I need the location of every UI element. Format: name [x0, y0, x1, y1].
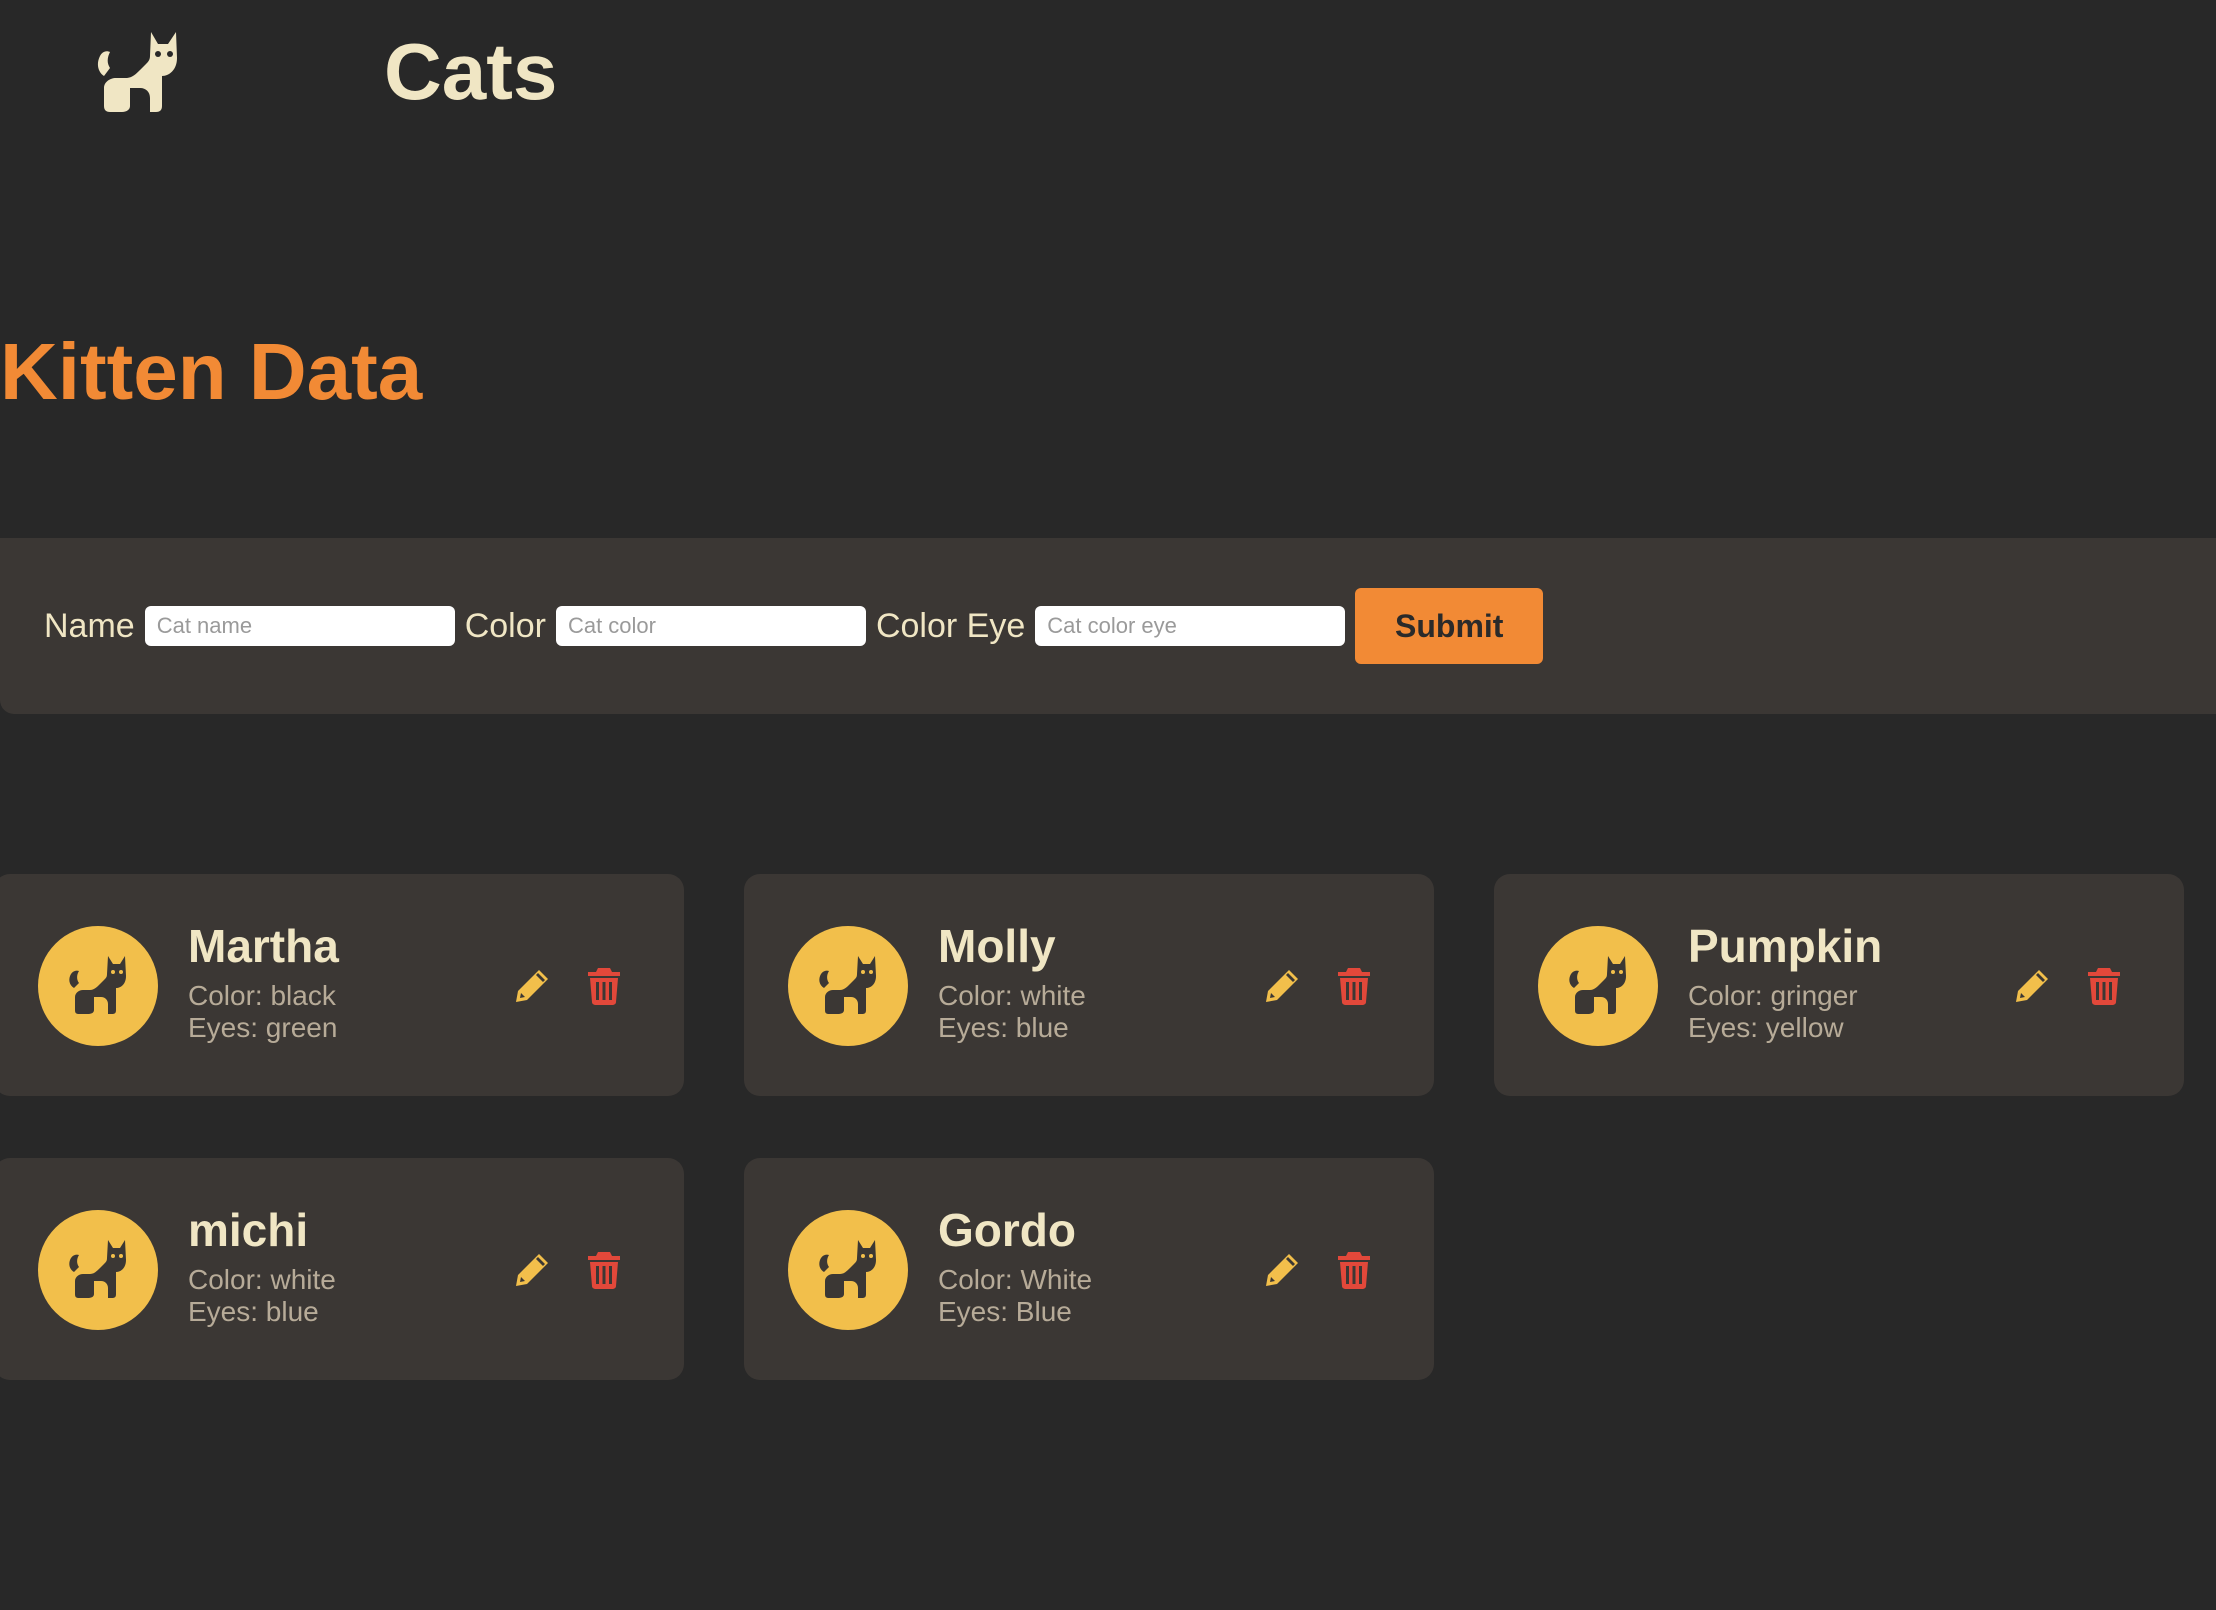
trash-icon[interactable] [2084, 966, 2124, 1006]
cat-color-text: Color: White [938, 1264, 1093, 1295]
cat-card: michi Color: white Eyes: blue [0, 1158, 684, 1380]
cat-logo-icon [96, 28, 182, 114]
pencil-icon[interactable] [1262, 966, 1302, 1006]
pencil-icon[interactable] [1262, 1250, 1302, 1290]
eye-color-label: Color Eye [875, 606, 1026, 645]
cat-name-input[interactable] [144, 606, 455, 646]
trash-icon[interactable] [1334, 966, 1374, 1006]
cat-card: Molly Color: white Eyes: blue [744, 874, 1434, 1096]
submit-button[interactable]: Submit [1355, 588, 1544, 664]
trash-icon[interactable] [1334, 1250, 1374, 1290]
pencil-icon[interactable] [2012, 966, 2052, 1006]
cat-color-input[interactable] [555, 606, 866, 646]
cat-color-text: Color: white [188, 1264, 336, 1295]
cat-card: Pumpkin Color: gringer Eyes: yellow [1494, 874, 2184, 1096]
color-label: Color [464, 606, 546, 645]
cat-name: Martha [188, 920, 339, 972]
form-row: Name Color Color Eye Submit [44, 588, 1544, 664]
cat-eye-color-input[interactable] [1035, 606, 1346, 646]
cat-name: Pumpkin [1688, 920, 1883, 972]
app-header: Cats [0, 0, 2216, 140]
cat-card: Martha Color: black Eyes: green [0, 874, 684, 1096]
pencil-icon[interactable] [512, 966, 552, 1006]
app-title: Cats [384, 27, 558, 116]
cat-color-text: Color: gringer [1688, 980, 1858, 1011]
cat-avatar-icon [788, 1210, 908, 1330]
trash-icon[interactable] [584, 966, 624, 1006]
cat-eyes-text: Eyes: green [188, 1012, 338, 1043]
pencil-icon[interactable] [512, 1250, 552, 1290]
cat-eyes-text: Eyes: blue [188, 1296, 319, 1327]
cat-color-text: Color: black [188, 980, 336, 1011]
cat-name: Gordo [938, 1204, 1076, 1256]
add-cat-form: Name Color Color Eye Submit [0, 538, 2216, 714]
cat-color-text: Color: white [938, 980, 1086, 1011]
name-label: Name [44, 606, 135, 645]
cat-card: Gordo Color: White Eyes: Blue [744, 1158, 1434, 1380]
cat-name: Molly [938, 920, 1056, 972]
cat-eyes-text: Eyes: Blue [938, 1296, 1072, 1327]
cat-avatar-icon [788, 926, 908, 1046]
cat-avatar-icon [38, 926, 158, 1046]
cat-avatar-icon [1538, 926, 1658, 1046]
page-title: Kitten Data [0, 327, 423, 416]
trash-icon[interactable] [584, 1250, 624, 1290]
cat-name: michi [188, 1204, 309, 1256]
cat-eyes-text: Eyes: yellow [1688, 1012, 1844, 1043]
cat-avatar-icon [38, 1210, 158, 1330]
cat-eyes-text: Eyes: blue [938, 1012, 1069, 1043]
